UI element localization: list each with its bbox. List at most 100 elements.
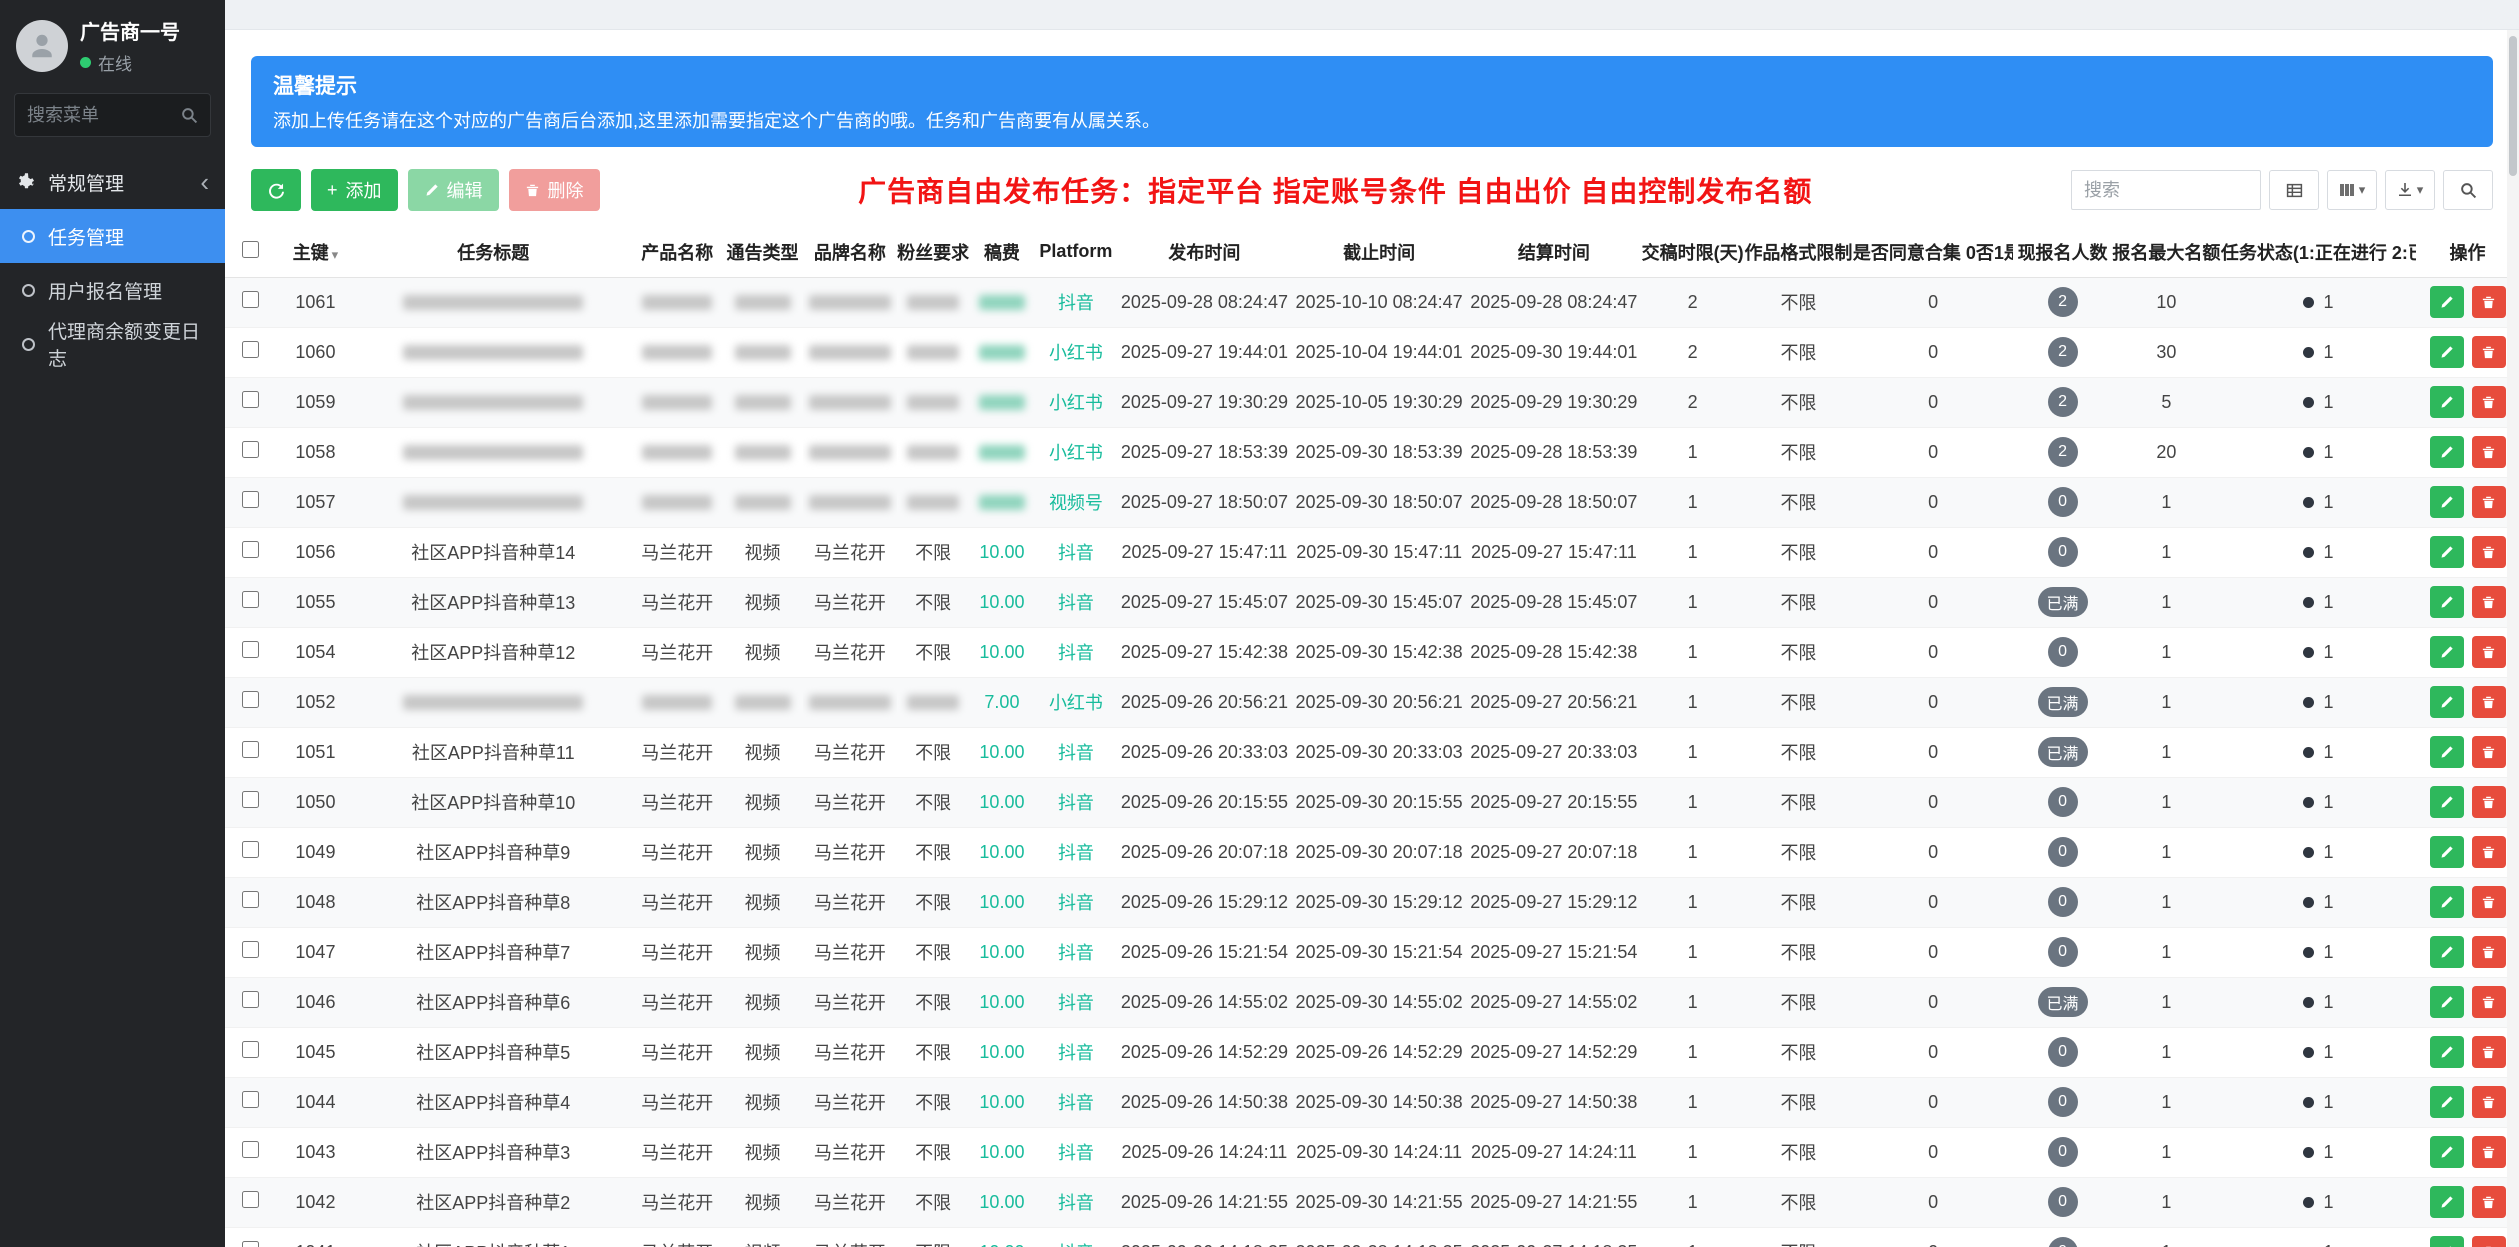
row-delete-button[interactable] — [2471, 986, 2506, 1018]
row-edit-button[interactable] — [2429, 1136, 2464, 1168]
row-edit-button[interactable] — [2429, 686, 2464, 718]
search-toggle-button[interactable] — [2443, 170, 2493, 210]
row-edit-button[interactable] — [2429, 386, 2464, 418]
add-button[interactable]: + 添加 — [311, 169, 398, 211]
table-row[interactable]: 1047 社区APP抖音种草7 马兰花开 视频 马兰花开 不限 10.00 抖音 2025-09… — [225, 927, 2519, 978]
search-icon[interactable] — [181, 107, 198, 124]
row-delete-button[interactable] — [2471, 436, 2506, 468]
row-checkbox[interactable] — [242, 1041, 260, 1058]
row-delete-button[interactable] — [2471, 536, 2506, 568]
table-row[interactable]: 1042 社区APP抖音种草2 马兰花开 视频 马兰花开 不限 10.00 抖音 2025-09… — [225, 1177, 2519, 1228]
row-delete-button[interactable] — [2471, 1186, 2506, 1218]
row-delete-button[interactable] — [2471, 686, 2506, 718]
row-delete-button[interactable] — [2471, 1086, 2506, 1118]
row-edit-button[interactable] — [2429, 1086, 2464, 1118]
table-row[interactable]: 1051 社区APP抖音种草11 马兰花开 视频 马兰花开 不限 10.00 抖音 2025-0… — [225, 727, 2519, 778]
select-all-checkbox[interactable] — [242, 240, 260, 258]
row-delete-button[interactable] — [2471, 936, 2506, 968]
row-delete-button[interactable] — [2471, 486, 2506, 518]
row-delete-button[interactable] — [2471, 336, 2506, 368]
sidebar-item-agent-balance-log[interactable]: 代理商余额变更日志 — [0, 317, 225, 371]
menu-search-input[interactable] — [27, 104, 181, 126]
toggle-view-button[interactable] — [2269, 170, 2319, 210]
table-row[interactable]: 1048 社区APP抖音种草8 马兰花开 视频 马兰花开 不限 10.00 抖音 2025-09… — [225, 877, 2519, 928]
row-edit-button[interactable] — [2429, 1236, 2464, 1247]
table-row[interactable]: 1058 小红书 2025-09-27 18:53:39 2025-09-30 18:… — [225, 427, 2519, 478]
row-delete-button[interactable] — [2471, 886, 2506, 918]
row-checkbox[interactable] — [242, 291, 260, 308]
table-row[interactable]: 1059 小红书 2025-09-27 19:30:29 2025-10-05 19:… — [225, 377, 2519, 428]
table-row[interactable]: 1044 社区APP抖音种草4 马兰花开 视频 马兰花开 不限 10.00 抖音 2025-09… — [225, 1077, 2519, 1128]
refresh-button[interactable] — [251, 169, 301, 211]
table-row[interactable]: 1056 社区APP抖音种草14 马兰花开 视频 马兰花开 不限 10.00 抖音 2025-0… — [225, 527, 2519, 578]
export-button[interactable]: ▾ — [2385, 170, 2435, 210]
row-edit-button[interactable] — [2429, 536, 2464, 568]
table-row[interactable]: 1054 社区APP抖音种草12 马兰花开 视频 马兰花开 不限 10.00 抖音 2025-0… — [225, 627, 2519, 678]
row-checkbox[interactable] — [242, 1191, 260, 1208]
row-edit-button[interactable] — [2429, 986, 2464, 1018]
row-delete-button[interactable] — [2471, 1036, 2506, 1068]
row-checkbox[interactable] — [242, 491, 260, 508]
row-checkbox[interactable] — [242, 541, 260, 558]
table-row[interactable]: 1043 社区APP抖音种草3 马兰花开 视频 马兰花开 不限 10.00 抖音 2025-09… — [225, 1127, 2519, 1178]
row-checkbox[interactable] — [242, 791, 260, 808]
row-edit-button[interactable] — [2429, 936, 2464, 968]
row-delete-button[interactable] — [2471, 286, 2506, 318]
row-delete-button[interactable] — [2471, 836, 2506, 868]
row-delete-button[interactable] — [2471, 736, 2506, 768]
table-search-input[interactable] — [2084, 179, 2248, 201]
sidebar-section-general[interactable]: 常规管理 ‹ — [0, 155, 225, 209]
row-edit-button[interactable] — [2429, 586, 2464, 618]
row-edit-button[interactable] — [2429, 836, 2464, 868]
scrollbar-thumb[interactable] — [2509, 36, 2517, 176]
row-checkbox[interactable] — [242, 691, 260, 708]
columns-button[interactable]: ▾ — [2327, 170, 2377, 210]
row-edit-button[interactable] — [2429, 636, 2464, 668]
sidebar-item-task-management[interactable]: 任务管理 — [0, 209, 225, 263]
table-row[interactable]: 1052 7.00 小红书 2025-09-26 20:56:21 2025-09-30… — [225, 677, 2519, 728]
row-checkbox[interactable] — [242, 341, 260, 358]
row-checkbox[interactable] — [242, 441, 260, 458]
table-row[interactable]: 1045 社区APP抖音种草5 马兰花开 视频 马兰花开 不限 10.00 抖音 2025-09… — [225, 1027, 2519, 1078]
row-edit-button[interactable] — [2429, 736, 2464, 768]
row-delete-button[interactable] — [2471, 586, 2506, 618]
table-row[interactable]: 1057 视频号 2025-09-27 18:50:07 2025-09-30 18:… — [225, 477, 2519, 528]
row-checkbox[interactable] — [242, 591, 260, 608]
row-checkbox[interactable] — [242, 891, 260, 908]
row-edit-button[interactable] — [2429, 486, 2464, 518]
row-checkbox[interactable] — [242, 991, 260, 1008]
row-delete-button[interactable] — [2471, 1236, 2506, 1247]
row-delete-button[interactable] — [2471, 1136, 2506, 1168]
vertical-scrollbar[interactable] — [2507, 30, 2519, 1247]
row-edit-button[interactable] — [2429, 286, 2464, 318]
table-row[interactable]: 1061 抖音 2025-09-28 08:24:47 2025-10-10 08:2… — [225, 277, 2519, 328]
delete-toolbar-button[interactable]: 删除 — [508, 169, 600, 211]
row-checkbox[interactable] — [242, 1141, 260, 1158]
row-checkbox[interactable] — [242, 741, 260, 758]
row-checkbox[interactable] — [242, 941, 260, 958]
row-delete-button[interactable] — [2471, 786, 2506, 818]
row-edit-button[interactable] — [2429, 436, 2464, 468]
sidebar-item-user-signup-management[interactable]: 用户报名管理 — [0, 263, 225, 317]
cell-id: 1043 — [276, 1127, 355, 1178]
row-delete-button[interactable] — [2471, 636, 2506, 668]
row-edit-button[interactable] — [2429, 786, 2464, 818]
row-checkbox[interactable] — [242, 841, 260, 858]
row-delete-button[interactable] — [2471, 386, 2506, 418]
row-edit-button[interactable] — [2429, 1036, 2464, 1068]
row-edit-button[interactable] — [2429, 336, 2464, 368]
row-checkbox[interactable] — [242, 1091, 260, 1108]
table-row[interactable]: 1055 社区APP抖音种草13 马兰花开 视频 马兰花开 不限 10.00 抖音 2025-0… — [225, 577, 2519, 628]
header-id[interactable]: 主键 ▾ — [276, 227, 355, 278]
row-checkbox[interactable] — [242, 391, 260, 408]
table-row[interactable]: 1041社区APP抖音种草1马兰花开视频马兰花开不限10.00抖音2025-09… — [225, 1227, 2519, 1247]
table-row[interactable]: 1050 社区APP抖音种草10 马兰花开 视频 马兰花开 不限 10.00 抖音 2025-0… — [225, 777, 2519, 828]
edit-toolbar-button[interactable]: 编辑 — [407, 169, 499, 211]
table-row[interactable]: 1060 小红书 2025-09-27 19:44:01 2025-10-04 19:… — [225, 327, 2519, 378]
table-row[interactable]: 1049 社区APP抖音种草9 马兰花开 视频 马兰花开 不限 10.00 抖音 2025-09… — [225, 827, 2519, 878]
table-row[interactable]: 1046 社区APP抖音种草6 马兰花开 视频 马兰花开 不限 10.00 抖音 2025-09… — [225, 977, 2519, 1028]
row-checkbox[interactable] — [242, 641, 260, 658]
row-checkbox[interactable] — [242, 1241, 260, 1247]
row-edit-button[interactable] — [2429, 886, 2464, 918]
row-edit-button[interactable] — [2429, 1186, 2464, 1218]
